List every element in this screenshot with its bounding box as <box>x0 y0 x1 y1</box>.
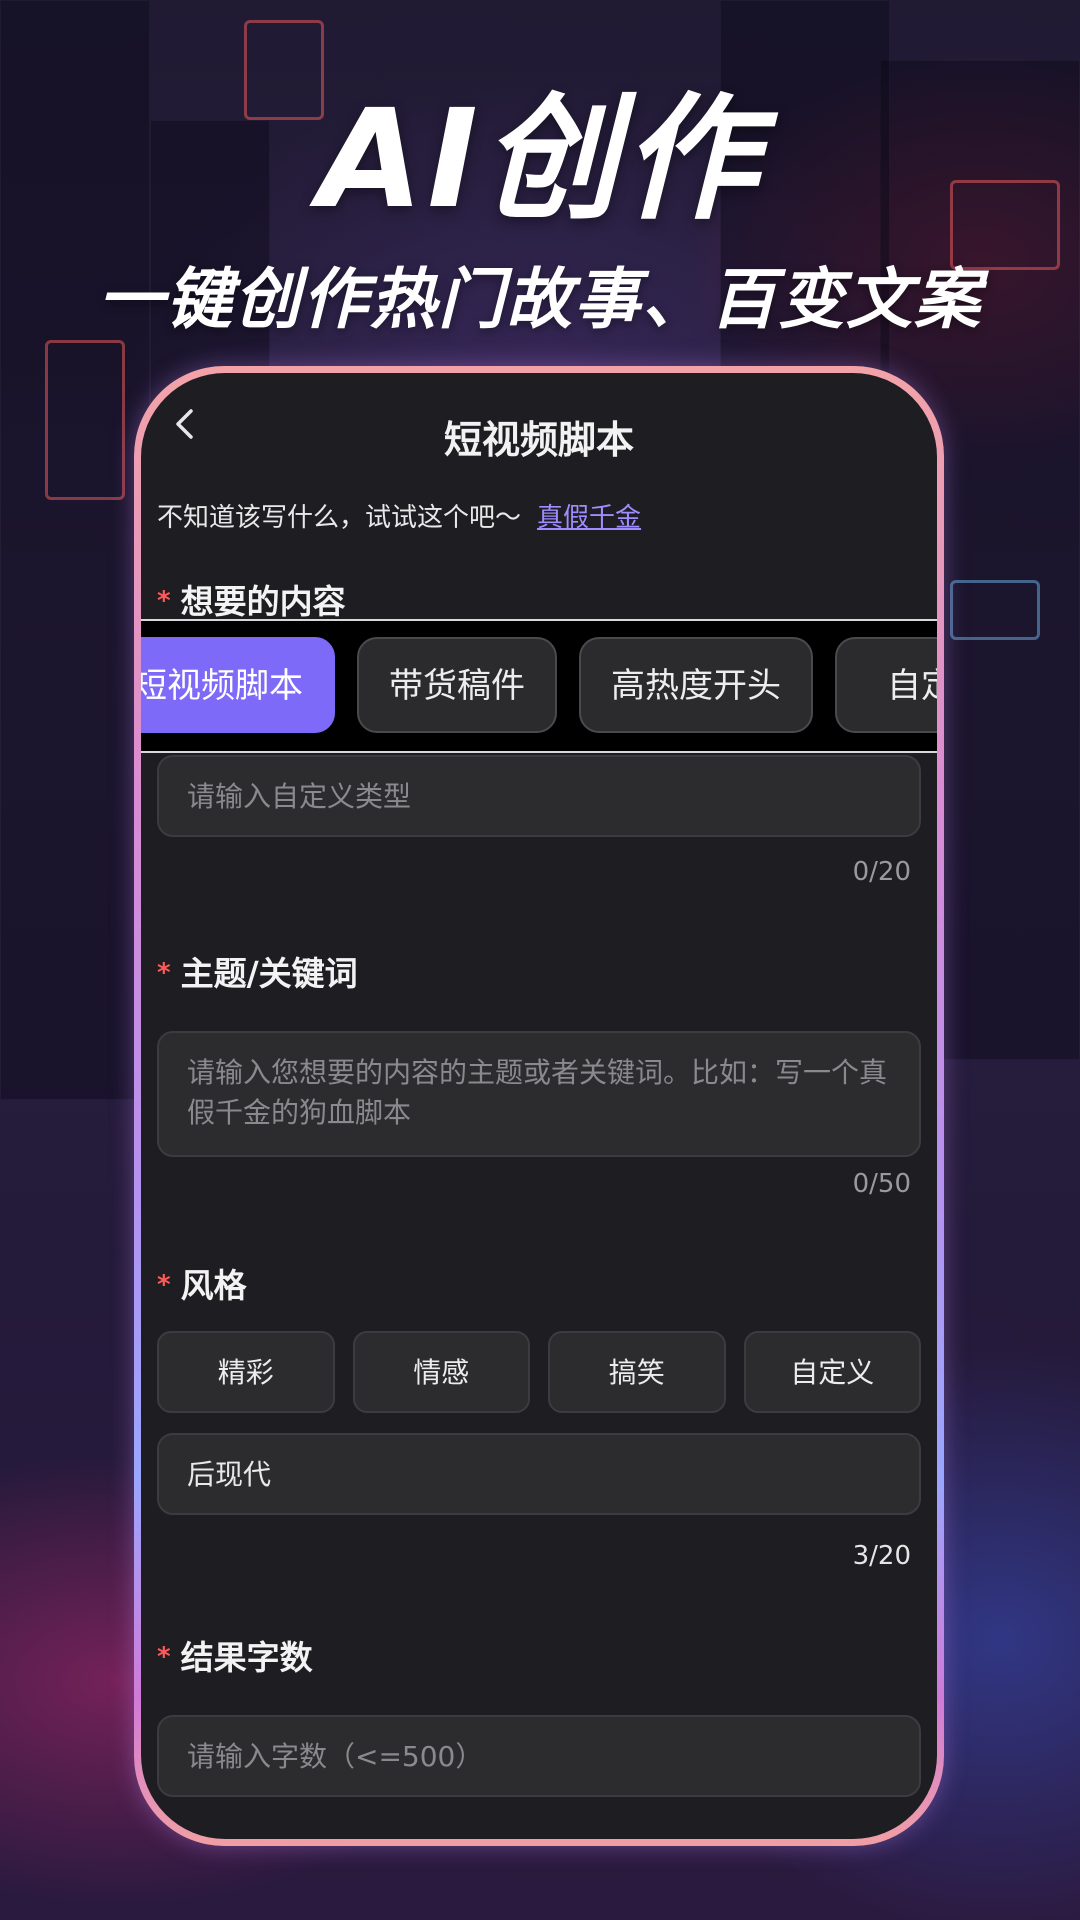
chip-custom[interactable]: 自定义 <box>835 637 937 733</box>
chip-short-video-script[interactable]: 短视频脚本 <box>141 637 335 733</box>
style-counter: 3/20 <box>852 1541 911 1571</box>
word-count-input[interactable]: 请输入字数（<=500） <box>157 1715 921 1797</box>
hero-title: AI创作 <box>318 81 762 239</box>
style-label: * 风格 <box>157 1259 247 1307</box>
length-label: * 结果字数 <box>157 1631 313 1679</box>
app-screen: 短视频脚本 不知道该写什么，试试这个吧～ 真假千金 * 想要的内容 短视频脚本 带货稿… <box>141 373 937 1839</box>
content-label: * 想要的内容 <box>157 575 346 623</box>
required-mark: * <box>157 958 171 988</box>
custom-type-counter: 0/20 <box>852 857 911 887</box>
phone-frame: 短视频脚本 不知道该写什么，试试这个吧～ 真假千金 * 想要的内容 短视频脚本 带货稿… <box>134 366 944 1846</box>
required-mark: * <box>157 586 171 616</box>
nav-bar: 短视频脚本 <box>141 373 937 483</box>
custom-style-input[interactable]: 后现代 <box>157 1433 921 1515</box>
required-mark: * <box>157 1642 171 1672</box>
content-label-text: 想要的内容 <box>180 582 346 621</box>
hint-text: 不知道该写什么，试试这个吧～ <box>157 503 522 533</box>
topic-counter: 0/50 <box>852 1169 911 1199</box>
topic-label: * 主题/关键词 <box>157 947 358 995</box>
topic-textarea[interactable]: 请输入您想要的内容的主题或者关键词。比如：写一个真假千金的狗血脚本 <box>157 1031 921 1157</box>
style-option-exciting[interactable]: 精彩 <box>157 1331 335 1413</box>
style-option-custom[interactable]: 自定义 <box>743 1331 921 1413</box>
page-title: 短视频脚本 <box>443 418 634 462</box>
chip-hot-opening[interactable]: 高热度开头 <box>579 637 813 733</box>
style-label-text: 风格 <box>180 1266 247 1305</box>
example-link[interactable]: 真假千金 <box>537 503 641 533</box>
custom-type-input[interactable]: 请输入自定义类型 <box>157 755 921 837</box>
length-label-text: 结果字数 <box>180 1638 313 1677</box>
required-mark: * <box>157 1270 171 1300</box>
hint-line: 不知道该写什么，试试这个吧～ 真假千金 <box>157 497 641 534</box>
hero-subtitle: 一键创作热门故事、百变文案 <box>98 261 982 338</box>
chip-sales-copy[interactable]: 带货稿件 <box>357 637 557 733</box>
topic-label-text: 主题/关键词 <box>180 954 358 993</box>
custom-style-value: 后现代 <box>187 1458 272 1491</box>
content-type-chips[interactable]: 短视频脚本带货稿件高热度开头自定义 <box>141 619 937 753</box>
style-options: 精彩 情感 搞笑 自定义 <box>157 1331 921 1413</box>
style-option-emotional[interactable]: 情感 <box>352 1331 530 1413</box>
style-option-funny[interactable]: 搞笑 <box>548 1331 726 1413</box>
